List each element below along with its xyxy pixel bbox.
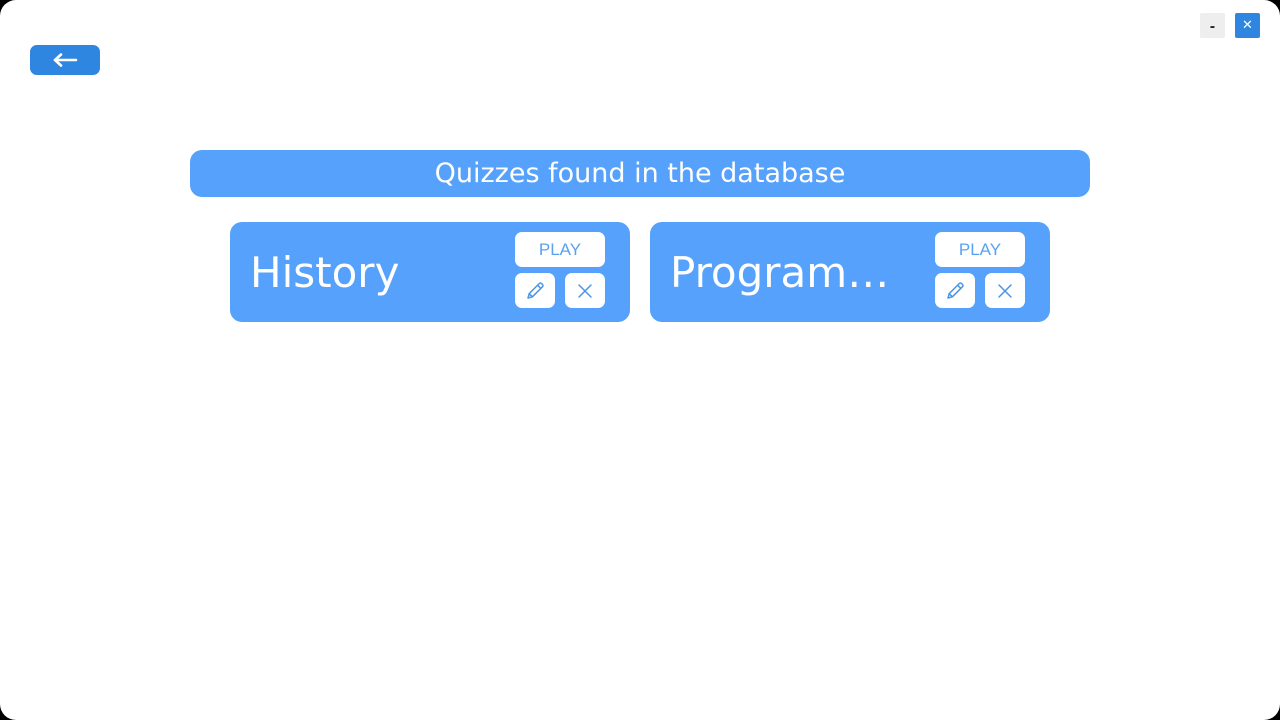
- play-button-label: PLAY: [538, 239, 582, 259]
- back-button[interactable]: [30, 45, 100, 75]
- quiz-name: History: [250, 222, 500, 322]
- quiz-card: Programmi... PLAY: [650, 222, 1050, 322]
- delete-quiz-button[interactable]: [565, 273, 605, 308]
- edit-quiz-button[interactable]: [515, 273, 555, 308]
- quiz-card: History PLAY: [230, 222, 630, 322]
- delete-quiz-button[interactable]: [985, 273, 1025, 308]
- minimize-label: -: [1209, 20, 1216, 35]
- close-window-button[interactable]: ✕: [1235, 13, 1260, 38]
- pencil-icon: [527, 281, 544, 299]
- play-button[interactable]: PLAY: [935, 232, 1025, 267]
- page-title: Quizzes found in the database: [190, 150, 1090, 197]
- close-window-label: ✕: [1242, 18, 1253, 33]
- edit-quiz-button[interactable]: [935, 273, 975, 308]
- play-button[interactable]: PLAY: [515, 232, 605, 267]
- play-button-label: PLAY: [958, 239, 1002, 259]
- close-icon: [998, 283, 1012, 298]
- close-icon: [578, 283, 592, 298]
- quiz-name-text: History: [250, 247, 400, 297]
- arrow-left-icon: [53, 53, 78, 67]
- quiz-name: Programmi...: [670, 222, 920, 322]
- page-title-text: Quizzes found in the database: [434, 158, 846, 189]
- minimize-button[interactable]: -: [1200, 13, 1225, 38]
- quiz-name-text: Programmi...: [670, 247, 920, 297]
- pencil-icon: [947, 281, 964, 299]
- app-window: - ✕ Quizzes found in the database Histor…: [0, 0, 1280, 720]
